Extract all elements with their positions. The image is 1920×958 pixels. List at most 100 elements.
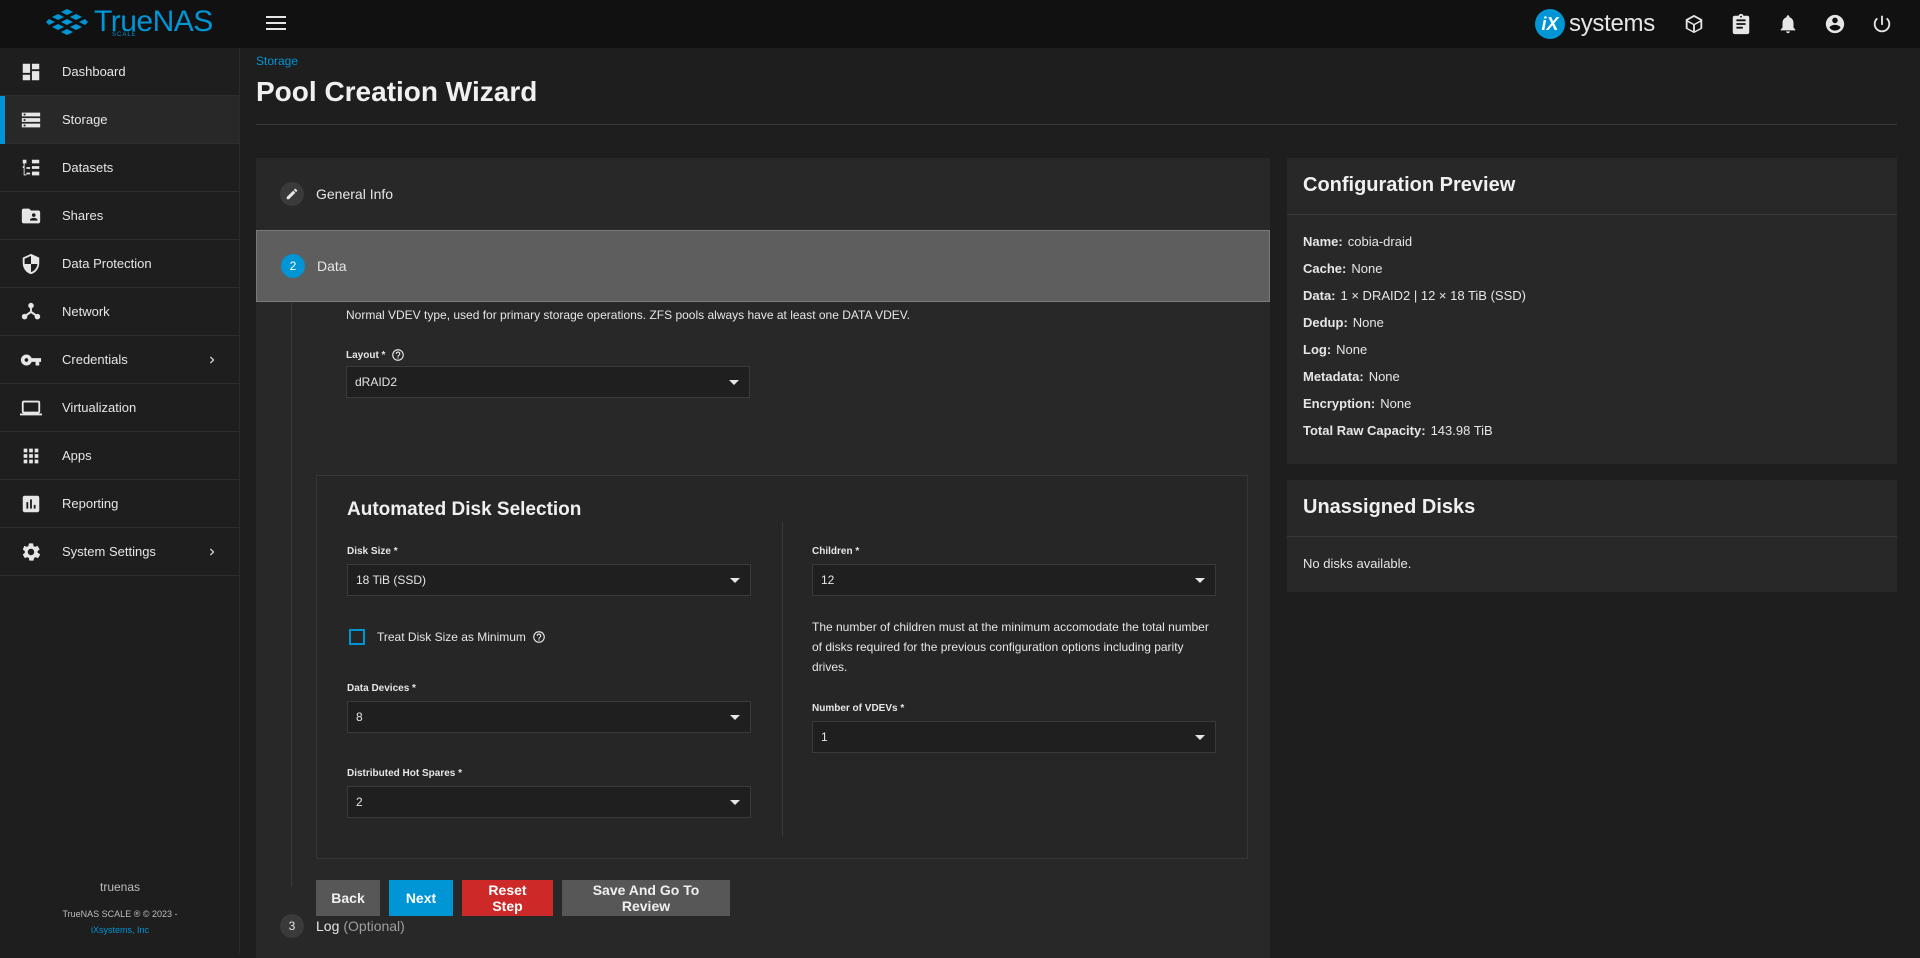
- vdev-description: Normal VDEV type, used for primary stora…: [346, 308, 911, 322]
- page-title: Pool Creation Wizard: [256, 76, 538, 107]
- sidebar-item-shares[interactable]: Shares: [0, 192, 239, 240]
- main-content: Storage Pool Creation Wizard General Inf…: [256, 48, 1897, 958]
- breadcrumb[interactable]: Storage: [256, 54, 298, 68]
- caret-down-icon: [730, 715, 740, 720]
- step-log[interactable]: 3 Log (Optional): [256, 901, 1270, 951]
- data-devices-select[interactable]: 8: [347, 701, 751, 733]
- sidebar-item-apps[interactable]: Apps: [0, 432, 239, 480]
- preview-row: Name: cobia-draid: [1303, 234, 1412, 249]
- disk-size-select[interactable]: 18 TiB (SSD): [347, 564, 751, 596]
- disk-size-label: Disk Size *: [347, 546, 398, 557]
- preview-value: None: [1352, 315, 1384, 330]
- tasks-icon[interactable]: [1727, 10, 1755, 38]
- hot-spares-select[interactable]: 2: [347, 786, 751, 818]
- card-divider: [1287, 536, 1897, 537]
- preview-key: Metadata:: [1303, 369, 1364, 384]
- sidebar-item-data-protection[interactable]: Data Protection: [0, 240, 239, 288]
- sidebar-item-label: Datasets: [62, 160, 114, 175]
- num-vdevs-label: Number of VDEVs *: [812, 703, 905, 714]
- title-divider: [256, 124, 1897, 125]
- truecommand-icon[interactable]: [1680, 10, 1708, 38]
- menu-icon: [266, 16, 286, 18]
- caret-down-icon: [1195, 578, 1205, 583]
- bell-icon[interactable]: [1774, 10, 1802, 38]
- help-icon[interactable]: [391, 348, 405, 362]
- data-devices-value: 8: [356, 710, 363, 724]
- reporting-icon: [20, 493, 42, 515]
- vendor-name: systems: [1569, 10, 1655, 37]
- sidebar-item-reporting[interactable]: Reporting: [0, 480, 239, 528]
- page-scrollbar[interactable]: [1914, 48, 1920, 954]
- preview-value: cobia-draid: [1347, 234, 1413, 249]
- treat-disk-size-min-checkbox[interactable]: Treat Disk Size as Minimum: [349, 629, 546, 645]
- preview-value: None: [1380, 396, 1412, 411]
- sidebar-item-dashboard[interactable]: Dashboard: [0, 48, 239, 96]
- preview-key: Log:: [1303, 342, 1332, 357]
- laptop-icon: [20, 397, 42, 419]
- step-general-info[interactable]: General Info: [256, 158, 1270, 230]
- preview-value: None: [1368, 369, 1400, 384]
- layout-label: Layout *: [346, 348, 405, 362]
- hamburger-menu-button[interactable]: [262, 12, 290, 36]
- sidebar-footer: truenas TrueNAS SCALE ® © 2023 - iXsyste…: [0, 880, 240, 938]
- sidebar-nav: Dashboard Storage Datasets Shares Data Prote…: [0, 48, 239, 576]
- help-icon[interactable]: [532, 630, 546, 644]
- sidebar-item-system-settings[interactable]: System Settings: [0, 528, 239, 576]
- brand-edition: SCALE: [112, 32, 137, 38]
- truenas-logo-icon: [46, 9, 88, 35]
- hot-spares-label: Distributed Hot Spares *: [347, 768, 463, 779]
- caret-down-icon: [729, 380, 739, 385]
- preview-row: Metadata: None: [1303, 369, 1400, 384]
- sidebar-item-label: Apps: [62, 448, 92, 463]
- chevron-right-icon: [205, 545, 219, 559]
- sidebar-item-label: Shares: [62, 208, 104, 223]
- dashboard-icon: [20, 61, 42, 83]
- gear-icon: [20, 541, 42, 563]
- hostname: truenas: [99, 880, 141, 894]
- preview-key: Cache:: [1303, 261, 1347, 276]
- caret-down-icon: [1195, 735, 1205, 740]
- power-icon[interactable]: [1868, 10, 1896, 38]
- preview-key: Encryption:: [1303, 396, 1376, 411]
- checkbox-box[interactable]: [349, 629, 365, 645]
- sidebar-item-credentials[interactable]: Credentials: [0, 336, 239, 384]
- company-link[interactable]: iXsystems, Inc: [0, 923, 240, 938]
- ixsystems-logo[interactable]: iX systems: [1535, 9, 1655, 39]
- sidebar-item-network[interactable]: Network: [0, 288, 239, 336]
- hot-spares-value: 2: [356, 795, 363, 809]
- step-data-badge: 2: [281, 254, 305, 278]
- preview-key: Dedup:: [1303, 315, 1348, 330]
- pencil-icon: [286, 188, 298, 200]
- layout-select[interactable]: dRAID2: [346, 366, 750, 398]
- sidebar-item-virtualization[interactable]: Virtualization: [0, 384, 239, 432]
- children-select[interactable]: 12: [812, 564, 1216, 596]
- copyright: TrueNAS SCALE ® © 2023 -: [62, 909, 178, 919]
- children-note: The number of children must at the minim…: [812, 620, 1209, 674]
- top-bar: TrueNAS SCALE iX systems: [0, 0, 1920, 48]
- shares-icon: [20, 205, 42, 227]
- card-divider: [1287, 214, 1897, 215]
- pool-wizard: General Info 2 Data Normal VDEV type, us…: [256, 158, 1270, 958]
- account-icon[interactable]: [1821, 10, 1849, 38]
- chevron-right-icon: [205, 353, 219, 367]
- num-vdevs-select[interactable]: 1: [812, 721, 1216, 753]
- sidebar-item-label: Network: [62, 304, 110, 319]
- children-value: 12: [821, 573, 835, 587]
- disk-size-value: 18 TiB (SSD): [356, 573, 427, 587]
- no-disks-message: No disks available.: [1303, 556, 1412, 571]
- preview-value: None: [1351, 261, 1383, 276]
- sidebar-item-storage[interactable]: Storage: [0, 96, 239, 144]
- preview-row: Log: None: [1303, 342, 1367, 357]
- sidebar-item-datasets[interactable]: Datasets: [0, 144, 239, 192]
- step-log-label: Log (Optional): [316, 918, 405, 934]
- datasets-icon: [20, 157, 42, 179]
- unassigned-disks-title: Unassigned Disks: [1303, 496, 1476, 518]
- configuration-preview-title: Configuration Preview: [1303, 174, 1516, 196]
- sidebar-item-label: Storage: [62, 112, 108, 127]
- preview-value: 143.98 TiB: [1430, 423, 1493, 438]
- step-data[interactable]: 2 Data: [256, 230, 1270, 302]
- key-icon: [20, 349, 42, 371]
- automated-disk-selection: Automated Disk Selection Disk Size * 18 …: [316, 475, 1248, 859]
- preview-row: Dedup: None: [1303, 315, 1384, 330]
- sidebar-item-label: Virtualization: [62, 400, 137, 415]
